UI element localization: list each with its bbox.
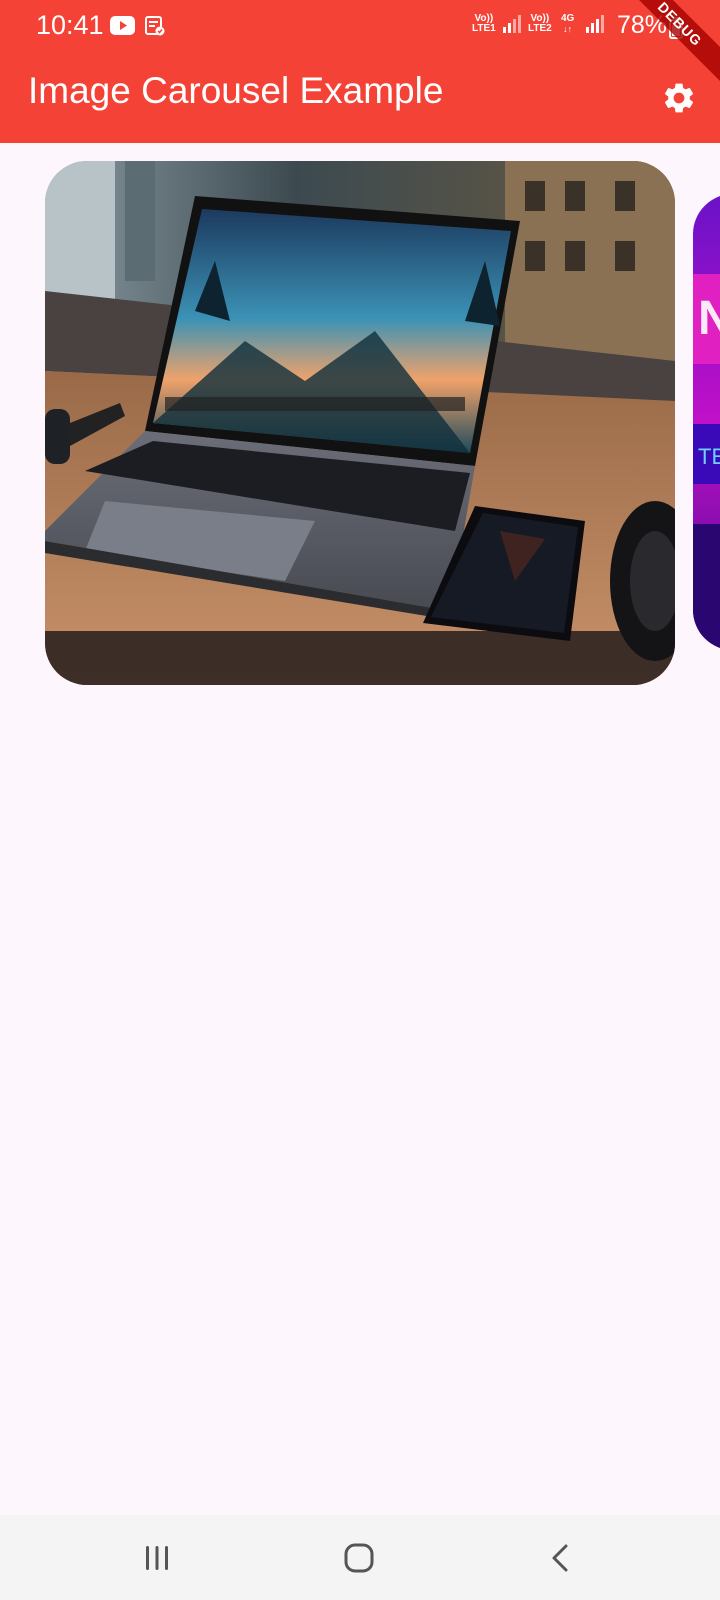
purple-poster: N TE [693,194,720,650]
settings-button[interactable] [655,74,703,122]
signal-bars-icon [503,15,521,33]
home-icon [344,1543,374,1573]
status-time: 10:41 [36,10,104,40]
svg-text:TE: TE [698,444,720,469]
sim1-volte-indicator: Vo)) LTE1 [472,13,496,34]
laptop-photo [45,161,675,685]
status-bar: 10:41 Vo)) LTE1 Vo)) LTE2 4G ↓↑ 78% [0,0,720,52]
image-carousel[interactable]: N TE [0,160,720,690]
back-icon [552,1544,568,1572]
sim2-volte-indicator: Vo)) LTE2 [528,13,552,34]
app-bar: 10:41 Vo)) LTE1 Vo)) LTE2 4G ↓↑ 78% Imag… [0,0,720,143]
signal-bars-icon [586,15,604,33]
recents-icon [146,1546,168,1570]
gear-icon [664,83,694,113]
network-type-indicator: 4G ↓↑ [561,13,575,34]
recents-button[interactable] [117,1533,197,1583]
back-button[interactable] [521,1533,601,1583]
svg-text:N: N [698,292,720,345]
system-navigation-bar [0,1515,720,1600]
notes-app-icon [145,16,165,36]
carousel-slide-laptop[interactable] [45,161,675,685]
page-title: Image Carousel Example [28,70,444,111]
youtube-icon [110,16,135,35]
home-button[interactable] [319,1533,399,1583]
carousel-slide-next[interactable]: N TE [693,194,720,650]
